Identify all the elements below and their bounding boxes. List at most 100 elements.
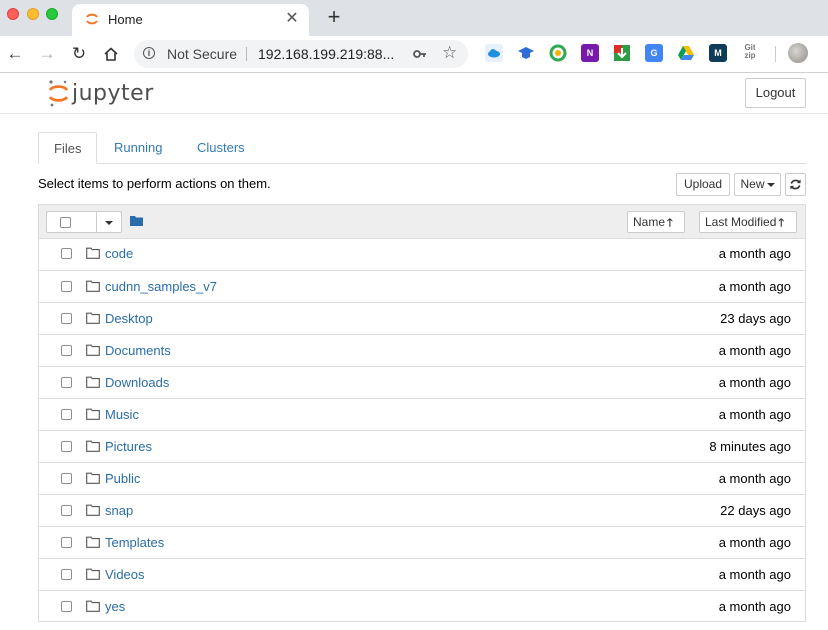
table-row[interactable]: cudnn_samples_v7 a month ago [39, 270, 805, 302]
refresh-button[interactable] [785, 173, 806, 196]
table-row[interactable]: Documents a month ago [39, 334, 805, 366]
file-name-link[interactable]: yes [105, 599, 125, 614]
onedrive-icon[interactable] [485, 44, 503, 62]
file-modified-date: 22 days ago [720, 503, 791, 518]
home-icon[interactable] [100, 43, 122, 65]
table-row[interactable]: Public a month ago [39, 462, 805, 494]
drive-icon[interactable] [677, 44, 695, 62]
tab-files[interactable]: Files [38, 132, 97, 164]
close-tab-icon[interactable]: ✕ [283, 10, 301, 28]
row-checkbox[interactable] [61, 345, 72, 356]
file-name-link[interactable]: code [105, 246, 133, 261]
table-row[interactable]: yes a month ago [39, 590, 805, 622]
folder-icon [86, 247, 100, 259]
m-icon[interactable]: M [709, 44, 727, 62]
key-icon[interactable] [412, 46, 428, 62]
folder-icon[interactable] [130, 215, 143, 226]
table-row[interactable]: code a month ago [39, 238, 805, 270]
jupyter-logo-text: jupyter [72, 81, 154, 106]
row-checkbox[interactable] [61, 441, 72, 452]
onenote-icon[interactable]: N [581, 44, 599, 62]
file-modified-date: a month ago [718, 375, 791, 390]
row-checkbox[interactable] [61, 409, 72, 420]
table-row[interactable]: Music a month ago [39, 398, 805, 430]
row-checkbox[interactable] [61, 473, 72, 484]
row-checkbox[interactable] [61, 313, 72, 324]
upload-button[interactable]: Upload [676, 173, 730, 196]
info-icon[interactable]: i [143, 47, 155, 59]
tab-clusters[interactable]: Clusters [182, 132, 260, 163]
translate-icon[interactable]: G [645, 44, 663, 62]
file-modified-date: a month ago [718, 535, 791, 550]
file-modified-date: a month ago [718, 471, 791, 486]
table-row[interactable]: Pictures 8 minutes ago [39, 430, 805, 462]
table-row[interactable]: Templates a month ago [39, 526, 805, 558]
file-name-link[interactable]: Music [105, 407, 139, 422]
row-checkbox[interactable] [61, 569, 72, 580]
select-dropdown-button[interactable] [96, 211, 122, 233]
row-checkbox[interactable] [61, 248, 72, 259]
new-button[interactable]: New [734, 173, 781, 196]
select-all-control[interactable] [46, 211, 122, 233]
file-modified-date: 23 days ago [720, 311, 791, 326]
folder-icon [86, 568, 100, 580]
profile-avatar[interactable] [788, 43, 808, 63]
download-icon[interactable] [613, 44, 631, 62]
file-modified-date: a month ago [718, 599, 791, 614]
file-name-link[interactable]: cudnn_samples_v7 [105, 279, 217, 294]
browser-tab-home[interactable]: Home ✕ [72, 4, 309, 36]
table-row[interactable]: Desktop 23 days ago [39, 302, 805, 334]
minimize-window-button[interactable] [27, 8, 39, 20]
browser-tab-strip: Home ✕ + [0, 0, 828, 36]
reload-icon[interactable]: ↻ [68, 43, 90, 65]
table-row[interactable]: snap 22 days ago [39, 494, 805, 526]
file-list: Name 🡑 Last Modified 🡑 code a month ago cudn… [38, 204, 806, 622]
sort-by-name-button[interactable]: Name 🡑 [627, 211, 685, 233]
file-name-link[interactable]: Documents [105, 343, 171, 358]
file-modified-date: a month ago [718, 246, 791, 261]
folder-icon [86, 376, 100, 388]
gitzip-icon[interactable]: Git zip [741, 44, 759, 62]
gradcap-icon[interactable] [517, 44, 535, 62]
row-checkbox[interactable] [61, 377, 72, 388]
jupyter-logo[interactable]: jupyter [47, 78, 157, 108]
sort-by-modified-button[interactable]: Last Modified 🡑 [699, 211, 797, 233]
file-name-link[interactable]: Desktop [105, 311, 153, 326]
table-row[interactable]: Downloads a month ago [39, 366, 805, 398]
row-checkbox[interactable] [61, 601, 72, 612]
row-checkbox[interactable] [61, 537, 72, 548]
sort-name-label: Name [633, 215, 666, 229]
address-bar[interactable]: i Not Secure 192.168.199.219:88... ☆ [134, 40, 468, 68]
close-window-button[interactable] [7, 8, 19, 20]
jupyter-header: jupyter Logout [0, 73, 828, 114]
arrow-up-icon: 🡑 [778, 217, 785, 229]
file-name-link[interactable]: Videos [105, 567, 145, 582]
back-arrow-icon[interactable]: ← [4, 43, 26, 65]
file-name-link[interactable]: Downloads [105, 375, 169, 390]
file-list-header: Name 🡑 Last Modified 🡑 [39, 205, 805, 239]
row-checkbox[interactable] [61, 505, 72, 516]
tab-running[interactable]: Running [99, 132, 177, 163]
dashboard-tabs: Files Running Clusters [38, 132, 806, 164]
url-text[interactable]: 192.168.199.219:88... [258, 46, 394, 62]
logout-button[interactable]: Logout [745, 78, 806, 108]
row-checkbox[interactable] [61, 281, 72, 292]
file-modified-date: a month ago [718, 279, 791, 294]
security-label[interactable]: Not Secure [167, 46, 237, 62]
file-name-link[interactable]: snap [105, 503, 133, 518]
table-row[interactable]: Videos a month ago [39, 558, 805, 590]
select-all-checkbox[interactable] [60, 217, 71, 228]
jupyter-favicon-icon [86, 13, 98, 25]
zoom-window-button[interactable] [46, 8, 58, 20]
file-name-link[interactable]: Pictures [105, 439, 152, 454]
instructions-text: Select items to perform actions on them. [38, 176, 271, 191]
bookmark-star-icon[interactable]: ☆ [442, 43, 457, 63]
chrome-circle-icon[interactable] [549, 44, 567, 62]
file-name-link[interactable]: Templates [105, 535, 164, 550]
forward-arrow-icon[interactable]: → [36, 43, 58, 65]
sort-modified-label: Last Modified [705, 215, 777, 229]
file-name-link[interactable]: Public [105, 471, 140, 486]
folder-icon [86, 280, 100, 292]
new-tab-button[interactable]: + [323, 6, 345, 28]
file-modified-date: a month ago [718, 343, 791, 358]
